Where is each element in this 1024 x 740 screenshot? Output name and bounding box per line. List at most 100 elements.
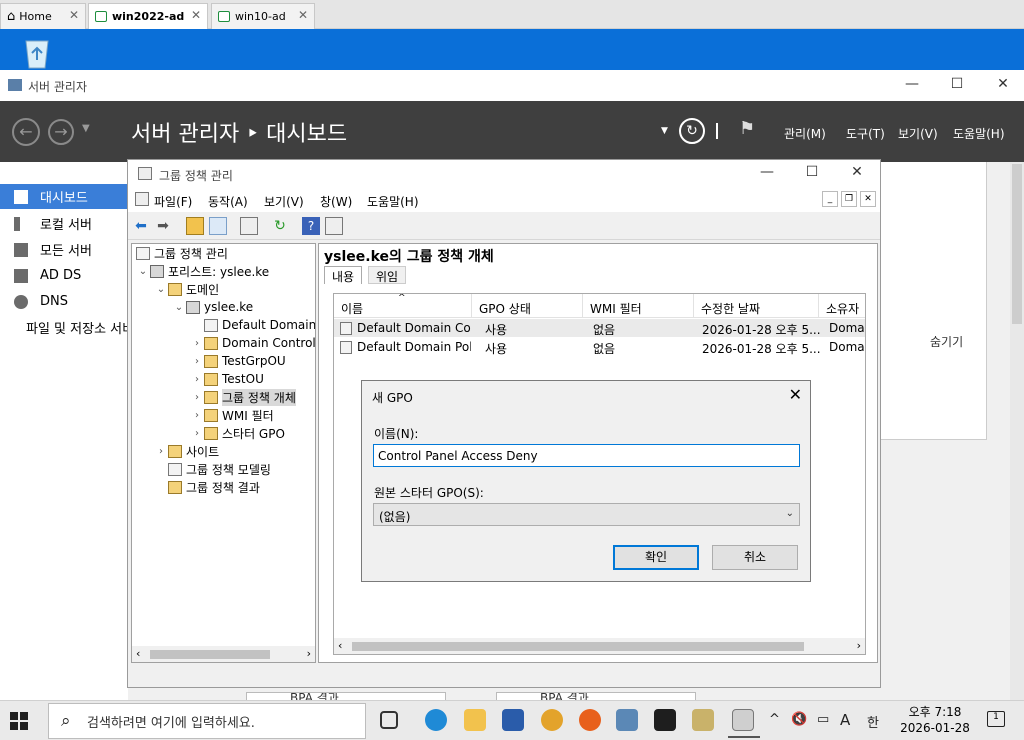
menu-tools[interactable]: 도구(T) <box>846 125 885 142</box>
sidebar-item-all-servers[interactable]: 모든 서버 <box>0 237 128 262</box>
vertical-scrollbar[interactable] <box>1010 162 1024 700</box>
ok-button[interactable]: 확인 <box>613 545 699 570</box>
column-header-name[interactable]: 이름 ^ <box>334 294 472 318</box>
maximize-button[interactable]: ☐ <box>802 164 822 180</box>
help-icon[interactable]: ? <box>302 217 320 235</box>
minimize-button[interactable]: — <box>757 164 777 180</box>
ad-tools-icon[interactable] <box>692 709 714 731</box>
chevron-up-icon[interactable]: ^ <box>769 712 780 727</box>
chevron-right-icon[interactable]: › <box>190 356 204 367</box>
sidebar-item-ad-ds[interactable]: AD DS <box>0 263 128 288</box>
cancel-button[interactable]: 취소 <box>712 545 798 570</box>
menu-window[interactable]: 창(W) <box>320 193 352 210</box>
tab-win10-ad[interactable]: win10-ad ✕ <box>211 3 315 29</box>
scroll-right-icon[interactable]: › <box>857 639 861 652</box>
tree-node-wmi-filters[interactable]: › WMI 필터 <box>190 406 274 424</box>
forward-button[interactable]: → <box>48 119 74 145</box>
properties-icon[interactable] <box>325 217 343 235</box>
taskbar-search[interactable]: ⌕ 검색하려면 여기에 입력하세요. <box>48 703 366 739</box>
tree-node-gpo-container[interactable]: › 그룹 정책 개체 <box>190 388 296 406</box>
chevron-down-icon[interactable]: ⌄ <box>136 266 150 277</box>
tree-node-domains[interactable]: ⌄ 도메인 <box>154 280 219 298</box>
refresh-icon[interactable]: ↻ <box>271 217 289 235</box>
tree-node-results[interactable]: 그룹 정책 결과 <box>154 478 260 496</box>
server-manager-taskbar-icon[interactable] <box>616 709 638 731</box>
source-starter-gpo-select[interactable]: (없음) ⌄ <box>373 503 800 526</box>
chevron-down-icon[interactable]: ⌄ <box>172 302 186 313</box>
menu-view[interactable]: 보기(V) <box>264 193 304 210</box>
maximize-button[interactable]: ☐ <box>947 76 967 92</box>
tree-node-domain-controllers[interactable]: › Domain Controllers <box>190 334 315 352</box>
tree-node-testgrpou[interactable]: › TestGrpOU <box>190 352 286 370</box>
tree-node-starter-gpos[interactable]: › 스타터 GPO <box>190 424 285 442</box>
tree-node-default-domain-policy[interactable]: Default Domain Policy <box>190 316 315 334</box>
sidebar-item-dashboard[interactable]: 대시보드 <box>0 184 128 209</box>
mdi-restore-button[interactable]: ❐ <box>841 191 857 207</box>
clipboard-icon[interactable] <box>240 217 258 235</box>
chevron-right-icon[interactable]: › <box>190 392 204 403</box>
chrome-icon[interactable] <box>541 709 563 731</box>
minimize-button[interactable]: — <box>902 76 922 92</box>
back-arrow-icon[interactable]: ⬅ <box>132 217 150 235</box>
chevron-right-icon[interactable]: › <box>154 446 168 457</box>
up-folder-icon[interactable] <box>186 217 204 235</box>
close-button[interactable]: ✕ <box>847 164 867 180</box>
close-icon[interactable]: ✕ <box>298 8 308 22</box>
menu-action[interactable]: 동작(A) <box>208 193 248 210</box>
chevron-right-icon[interactable]: › <box>190 374 204 385</box>
scroll-left-icon[interactable]: ‹ <box>338 639 342 652</box>
tree-node-modeling[interactable]: 그룹 정책 모델링 <box>154 460 271 478</box>
table-row[interactable]: Default Domain Co... 사용 없음 2026-01-28 오후… <box>334 319 865 337</box>
mdi-minimize-button[interactable]: _ <box>822 191 838 207</box>
column-header-owner[interactable]: 소유자 <box>819 294 865 318</box>
system-clock[interactable]: 오후 7:18 2026-01-28 <box>896 704 974 736</box>
menu-file[interactable]: 파일(F) <box>154 193 192 210</box>
group-policy-taskbar-icon[interactable] <box>728 709 760 738</box>
tab-home[interactable]: ⌂ Home ✕ <box>0 3 86 29</box>
dropdown-icon[interactable]: ▼ <box>661 126 668 136</box>
tree-node-sites[interactable]: › 사이트 <box>154 442 219 460</box>
menu-help[interactable]: 도움말(H) <box>953 125 1005 142</box>
tab-delegation[interactable]: 위임 <box>368 266 407 284</box>
chevron-right-icon[interactable]: › <box>190 428 204 439</box>
tree-node-gpm-root[interactable]: 그룹 정책 관리 <box>136 244 228 262</box>
close-icon[interactable]: ✕ <box>69 8 79 22</box>
horizontal-scrollbar[interactable]: ‹ › <box>334 638 865 654</box>
refresh-icon[interactable]: ↻ <box>679 118 705 144</box>
horizontal-scrollbar[interactable]: ‹ › <box>132 646 315 662</box>
tree-node-testou[interactable]: › TestOU <box>190 370 264 388</box>
table-row[interactable]: Default Domain Poli... 사용 없음 2026-01-28 … <box>334 338 865 356</box>
powershell-icon[interactable] <box>502 709 524 731</box>
show-hide-tree-icon[interactable] <box>209 217 227 235</box>
firefox-icon[interactable] <box>579 709 601 731</box>
hide-link[interactable]: 숨기기 <box>930 333 963 350</box>
volume-muted-icon[interactable]: 🔇 <box>791 712 807 727</box>
input-language-indicator[interactable]: A <box>840 711 850 729</box>
notification-center-icon[interactable]: 1 <box>987 711 1005 727</box>
menu-help[interactable]: 도움말(H) <box>367 193 419 210</box>
sidebar-item-local-server[interactable]: 로컬 서버 <box>0 211 128 236</box>
scrollbar-thumb[interactable] <box>1012 164 1022 324</box>
menu-view[interactable]: 보기(V) <box>898 125 938 142</box>
task-view-icon[interactable] <box>380 711 398 729</box>
tab-contents[interactable]: 내용 <box>324 266 363 284</box>
chevron-down-icon[interactable]: ⌄ <box>154 284 168 295</box>
close-button[interactable]: ✕ <box>993 76 1013 92</box>
menu-manage[interactable]: 관리(M) <box>784 125 826 142</box>
chevron-right-icon[interactable]: › <box>190 338 204 349</box>
mdi-close-button[interactable]: ✕ <box>860 191 876 207</box>
back-button[interactable]: ← <box>12 118 40 146</box>
close-icon[interactable]: ✕ <box>191 8 201 22</box>
command-prompt-icon[interactable] <box>654 709 676 731</box>
chevron-right-icon[interactable]: › <box>190 410 204 421</box>
forward-arrow-icon[interactable]: ➡ <box>154 217 172 235</box>
tree-node-forest[interactable]: ⌄ 포리스트: yslee.ke <box>136 262 269 280</box>
history-dropdown-icon[interactable]: ▼ <box>82 123 90 134</box>
sidebar-item-file-storage[interactable]: 파일 및 저장소 서비스 <box>0 315 128 340</box>
edge-icon[interactable] <box>425 709 447 731</box>
notifications-flag-icon[interactable]: ⚑ <box>739 118 755 139</box>
column-header-gpo-status[interactable]: GPO 상태 <box>472 294 583 318</box>
scroll-left-icon[interactable]: ‹ <box>136 647 140 660</box>
gpo-name-input[interactable] <box>373 444 800 467</box>
sidebar-item-dns[interactable]: DNS <box>0 289 128 314</box>
